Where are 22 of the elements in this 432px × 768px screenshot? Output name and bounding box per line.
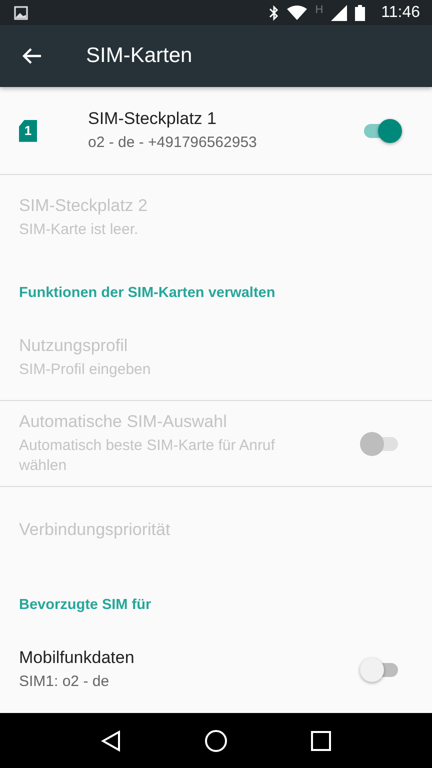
back-icon[interactable] [101, 730, 122, 752]
back-arrow-icon [22, 47, 42, 66]
setting-summary: SIM1: o2 - de [19, 672, 110, 692]
screen-title: SIM-Karten [86, 44, 192, 68]
setting-title: SIM-Steckplatz 1 [88, 108, 218, 129]
section-header: Funktionen der SIM-Karten verwalten [18, 284, 276, 304]
bluetooth-icon [269, 4, 280, 21]
clock: 11:46 [381, 4, 420, 22]
setting-title: Mobilfunkdaten [19, 648, 136, 668]
home-icon[interactable] [204, 728, 228, 753]
section-header: Bevorzugte SIM für [18, 596, 152, 616]
overview-icon[interactable] [310, 730, 331, 751]
image-icon [14, 6, 28, 20]
setting-summary: o2 - de - +491796562953 [88, 132, 258, 153]
settings-row[interactable]: Mobilfunkdaten SIM1: o2 - de [0, 627, 432, 714]
toggle-switch[interactable] [360, 658, 400, 682]
settings-row[interactable]: 1 SIM-Steckplatz 1 o2 - de - +491796562953 [0, 87, 432, 176]
battery-icon [355, 4, 366, 21]
signal-icon [331, 4, 348, 21]
network-type: H [315, 4, 324, 16]
sim-card-icon: 1 [19, 120, 37, 142]
wifi-icon [287, 5, 308, 20]
